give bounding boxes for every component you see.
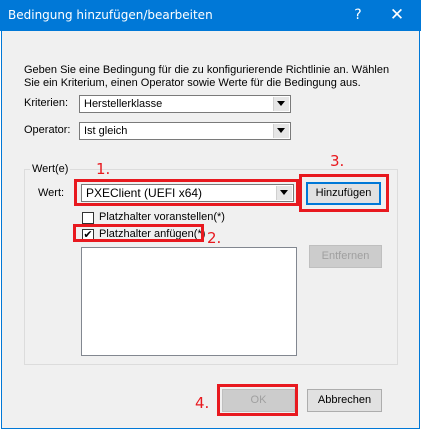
annotation-label-4: 4. <box>195 394 210 412</box>
remove-button[interactable]: Entfernen <box>309 245 382 268</box>
annotation-label-2: 2. <box>207 229 222 247</box>
annotation-label-3: 3. <box>330 152 345 170</box>
values-group-title: Wert(e) <box>30 163 71 175</box>
criteria-value: Herstellerklasse <box>84 98 163 110</box>
annotation-box-1 <box>74 179 299 206</box>
title-bar: Bedingung hinzufügen/bearbeiten ? ✕ <box>0 0 421 31</box>
window-title: Bedingung hinzufügen/bearbeiten <box>8 8 213 22</box>
operator-label: Operator: <box>24 124 71 136</box>
criteria-label: Kriterien: <box>24 97 69 109</box>
value-label: Wert: <box>38 187 65 199</box>
operator-dropdown[interactable]: Ist gleich <box>79 122 291 140</box>
annotation-box-3 <box>299 174 389 212</box>
annotation-label-1: 1. <box>96 160 111 178</box>
operator-value: Ist gleich <box>84 125 128 137</box>
criteria-dropdown[interactable]: Herstellerklasse <box>79 95 291 113</box>
annotation-box-2 <box>73 224 204 242</box>
prefix-placeholder-label: Platzhalter voranstellen(*) <box>99 211 225 223</box>
chevron-down-icon[interactable] <box>273 124 289 138</box>
help-icon[interactable]: ? <box>343 0 373 31</box>
chevron-down-icon[interactable] <box>273 97 289 111</box>
description-text: Geben Sie eine Bedingung für die zu konf… <box>24 64 390 89</box>
close-icon[interactable]: ✕ <box>373 0 421 31</box>
cancel-button[interactable]: Abbrechen <box>307 389 382 412</box>
prefix-placeholder-checkbox[interactable] <box>82 212 94 224</box>
values-listbox[interactable] <box>81 247 297 356</box>
annotation-box-4 <box>217 384 298 416</box>
